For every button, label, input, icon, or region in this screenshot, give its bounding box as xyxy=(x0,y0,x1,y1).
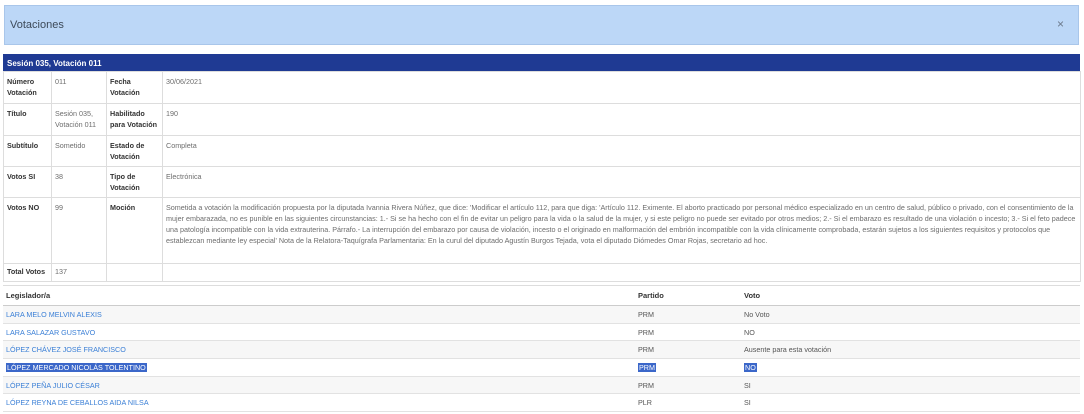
vote-cell: SI xyxy=(741,376,1080,395)
subtitulo-value: Sometido xyxy=(51,135,107,167)
legislador-header[interactable]: Legislador/a xyxy=(3,285,635,306)
empty-cell xyxy=(162,263,1081,282)
fecha-label: Fecha Votación xyxy=(106,71,163,104)
party-cell: PRM xyxy=(635,305,741,324)
modal-header: Votaciones × xyxy=(4,5,1079,45)
estado-label: Estado de Votación xyxy=(106,135,163,167)
legislator-link[interactable]: LARA MELO MELVIN ALEXIS xyxy=(6,310,102,319)
numero-value: 011 xyxy=(51,71,107,104)
table-row: LÓPEZ CHÁVEZ JOSÉ FRANCISCO PRM Ausente … xyxy=(3,340,1080,360)
legislator-link[interactable]: LÓPEZ CHÁVEZ JOSÉ FRANCISCO xyxy=(6,345,126,354)
legislator-link[interactable]: LÓPEZ MERCADO NICOLÁS TOLENTINO xyxy=(6,362,147,372)
subtitulo-label: Subtítulo xyxy=(3,135,52,167)
partido-header[interactable]: Partido xyxy=(635,285,741,306)
votos-no-value: 99 xyxy=(51,197,107,264)
vote-cell: NO xyxy=(744,362,757,372)
titulo-label: Título xyxy=(3,103,52,136)
fecha-value: 30/06/2021 xyxy=(162,71,1081,104)
numero-label: Número Votación xyxy=(3,71,52,104)
legislator-link[interactable]: LARA SALAZAR GUSTAVO xyxy=(6,328,95,337)
table-row: LÓPEZ MERCADO NICOLÁS TOLENTINO PRM NO xyxy=(3,358,1080,377)
legislator-link[interactable]: LÓPEZ PEÑA JULIO CÉSAR xyxy=(6,381,100,390)
votos-si-value: 38 xyxy=(51,166,107,198)
estado-value: Completa xyxy=(162,135,1081,167)
party-cell: PRM xyxy=(635,323,741,342)
vote-cell: Ausente para esta votación xyxy=(741,340,1080,360)
votos-si-label: Votos SI xyxy=(3,166,52,198)
party-cell: PRM xyxy=(638,362,656,372)
table-row: LÓPEZ REYNA DE CEBALLOS AIDA NILSA PLR S… xyxy=(3,393,1080,413)
vote-cell: No Voto xyxy=(741,305,1080,324)
mocion-value: Sometida a votación la modificación prop… xyxy=(162,197,1081,264)
party-cell: PRM xyxy=(635,340,741,360)
party-cell: PRM xyxy=(635,376,741,395)
legislator-link[interactable]: LÓPEZ REYNA DE CEBALLOS AIDA NILSA xyxy=(6,398,149,407)
mocion-label: Moción xyxy=(106,197,163,264)
table-row: LARA MELO MELVIN ALEXIS PRM No Voto xyxy=(3,305,1080,324)
details-table: Número Votación 011 Fecha Votación 30/06… xyxy=(3,71,1081,282)
votes-table: Legislador/a Partido Voto LARA MELO MELV… xyxy=(3,285,1080,413)
modal-title: Votaciones xyxy=(10,19,64,31)
tipo-value: Electrónica xyxy=(162,166,1081,198)
voto-header[interactable]: Voto xyxy=(741,285,1080,306)
empty-cell xyxy=(106,263,163,282)
session-header: Sesión 035, Votación 011 xyxy=(3,54,1080,71)
habilitado-value: 190 xyxy=(162,103,1081,136)
votos-no-label: Votos NO xyxy=(3,197,52,264)
vote-cell: NO xyxy=(741,323,1080,342)
total-label: Total Votos xyxy=(3,263,52,282)
total-value: 137 xyxy=(51,263,107,282)
habilitado-label: Habilitado para Votación xyxy=(106,103,163,136)
table-row: LARA SALAZAR GUSTAVO PRM NO xyxy=(3,323,1080,342)
party-cell: PLR xyxy=(635,393,741,413)
titulo-value: Sesión 035, Votación 011 xyxy=(51,103,107,136)
vote-cell: SI xyxy=(741,393,1080,413)
tipo-label: Tipo de Votación xyxy=(106,166,163,198)
close-button[interactable]: × xyxy=(1057,18,1064,30)
table-row: LÓPEZ PEÑA JULIO CÉSAR PRM SI xyxy=(3,376,1080,395)
